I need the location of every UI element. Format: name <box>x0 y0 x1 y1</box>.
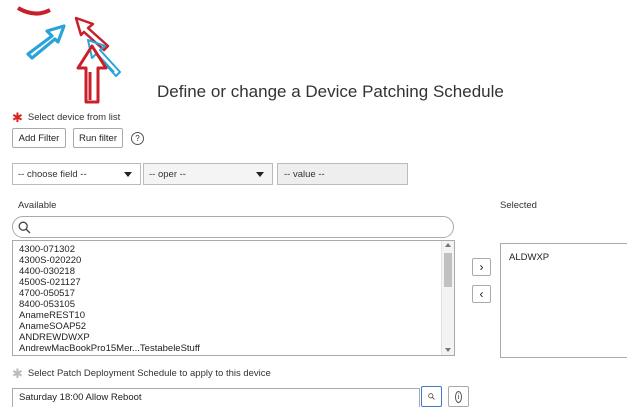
add-filter-button[interactable]: Add Filter <box>12 128 66 148</box>
available-search-input[interactable] <box>12 216 454 238</box>
field-select-value: -- choose field -- <box>18 168 87 180</box>
list-item[interactable]: AndrewMacBookPro15Mer...TestabeleStuff <box>13 343 454 354</box>
scroll-thumb[interactable] <box>444 253 452 287</box>
list-item[interactable]: 4300-071302 <box>13 244 454 255</box>
selected-listbox[interactable]: ALDWXP <box>500 243 627 358</box>
list-item[interactable]: 4300S-020220 <box>13 255 454 266</box>
list-item[interactable]: 8400-053105 <box>13 299 454 310</box>
scroll-down-icon[interactable] <box>445 348 451 352</box>
list-item[interactable]: ALDWXP <box>501 244 627 263</box>
field-select[interactable]: -- choose field -- <box>12 163 141 185</box>
schedule-info-button[interactable]: i <box>448 386 469 407</box>
schedule-row: ✱ Select Patch Deployment Schedule to ap… <box>12 365 271 381</box>
selected-items: ALDWXP <box>501 244 627 263</box>
schedule-label: Select Patch Deployment Schedule to appl… <box>27 368 271 379</box>
value-input[interactable]: -- value -- <box>277 163 408 185</box>
info-icon: i <box>455 390 462 403</box>
device-select-row: ✱ Select device from list <box>12 109 121 125</box>
chevron-right-icon: › <box>479 260 484 274</box>
search-icon <box>18 221 31 234</box>
available-items: 4300-071302 4300S-020220 4400-030218 4500S-… <box>13 241 454 354</box>
list-item[interactable]: 4400-030218 <box>13 266 454 277</box>
chevron-left-icon: ‹ <box>479 287 484 301</box>
remove-from-selected-button[interactable]: ‹ <box>472 285 491 303</box>
oper-select-value: -- oper -- <box>149 168 186 180</box>
chevron-down-icon <box>256 172 264 177</box>
logo <box>16 6 121 104</box>
available-label: Available <box>18 200 57 211</box>
list-item[interactable]: AnameREST10 <box>13 310 454 321</box>
available-scrollbar[interactable] <box>441 241 454 355</box>
run-filter-button[interactable]: Run filter <box>73 128 123 148</box>
value-input-text: -- value -- <box>284 168 325 180</box>
selected-label: Selected <box>500 200 537 211</box>
oper-select[interactable]: -- oper -- <box>143 163 273 185</box>
schedule-input[interactable]: Saturday 18:00 Allow Reboot <box>12 388 420 407</box>
list-item[interactable]: 4500S-021127 <box>13 277 454 288</box>
page-title: Define or change a Device Patching Sched… <box>157 82 504 101</box>
search-icon <box>428 393 435 400</box>
required-star-icon: ✱ <box>12 365 23 381</box>
scroll-up-icon[interactable] <box>445 243 451 247</box>
add-to-selected-button[interactable]: › <box>472 258 491 276</box>
list-item[interactable]: AnameSOAP52 <box>13 321 454 332</box>
list-item[interactable]: ANDREWDWXP <box>13 332 454 343</box>
chevron-down-icon <box>124 172 132 177</box>
required-star-icon: ✱ <box>12 109 23 125</box>
device-select-label: Select device from list <box>27 112 121 123</box>
help-icon[interactable]: ? <box>131 132 144 145</box>
list-item[interactable]: 4700-050517 <box>13 288 454 299</box>
available-listbox[interactable]: 4300-071302 4300S-020220 4400-030218 4500S-… <box>12 240 455 356</box>
schedule-search-button[interactable] <box>421 386 442 407</box>
